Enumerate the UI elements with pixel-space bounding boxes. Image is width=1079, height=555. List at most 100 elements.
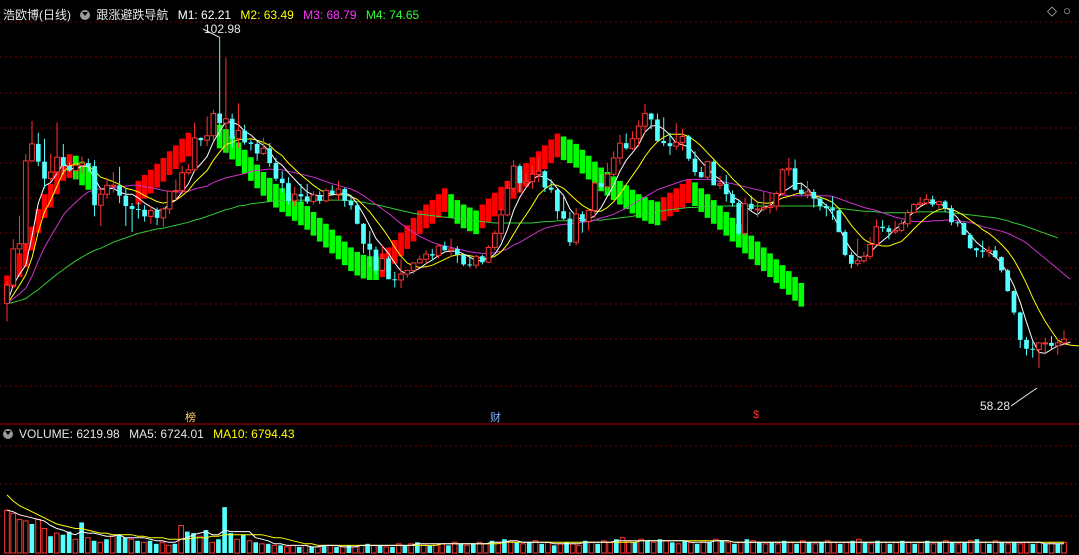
candle-body <box>785 167 792 171</box>
band-block <box>773 259 780 283</box>
marker-dollar[interactable]: $ <box>752 409 760 421</box>
band-block <box>316 217 323 242</box>
band-block <box>435 194 442 218</box>
volume-bar <box>234 538 240 554</box>
band-block <box>348 247 354 272</box>
candle-body <box>692 158 698 172</box>
candle-body <box>867 243 873 257</box>
band-block <box>41 194 48 218</box>
candle-body <box>110 184 117 187</box>
close-icon[interactable]: ○ <box>1063 3 1071 18</box>
candle-body <box>1030 348 1036 350</box>
candle-body <box>392 279 398 281</box>
candle-body <box>254 143 260 154</box>
candle-body <box>736 203 742 234</box>
volume-bar <box>464 544 470 554</box>
band-block <box>660 197 667 221</box>
volume-bar <box>663 540 669 554</box>
band-block <box>460 204 467 229</box>
candle-body <box>842 231 848 255</box>
candle-body <box>154 210 160 218</box>
candle-body <box>798 189 804 195</box>
candle-body <box>47 171 54 180</box>
volume-bar <box>296 546 302 553</box>
band-block <box>298 201 304 226</box>
candle-body <box>479 256 485 263</box>
candle-body <box>1011 291 1017 313</box>
band-block <box>767 253 773 278</box>
volume-bar <box>737 541 744 554</box>
candle-body <box>892 229 898 233</box>
band-block <box>185 132 192 157</box>
candle-body <box>204 135 210 141</box>
band-block <box>498 186 504 211</box>
volume-bar <box>191 533 196 553</box>
marker-finance[interactable]: 财 <box>489 409 502 425</box>
volume-bar <box>271 544 278 554</box>
candle-body <box>648 113 654 120</box>
band-block <box>754 241 761 266</box>
volume-bar <box>744 539 750 553</box>
candle-body <box>498 214 504 234</box>
band-block <box>729 217 736 242</box>
volume-bar <box>588 541 595 554</box>
volume-bar <box>1030 543 1036 553</box>
candle-body <box>286 183 291 201</box>
band-block <box>692 182 698 207</box>
candle-body <box>442 245 448 251</box>
volume-bar <box>290 544 296 554</box>
volume-bar <box>576 544 582 554</box>
volume-bar <box>66 531 72 553</box>
candle-body <box>92 166 97 206</box>
volume-bar <box>987 543 992 553</box>
volume-bar <box>470 543 476 553</box>
band-block <box>785 271 792 295</box>
candle-body <box>523 181 529 184</box>
volume-bar <box>937 542 942 553</box>
band-block <box>548 139 554 164</box>
volume-bar <box>153 543 159 553</box>
candle-body <box>1036 342 1042 350</box>
volume-bar <box>458 543 464 553</box>
volume-bar <box>632 542 638 553</box>
band-block <box>448 194 454 218</box>
candle-body <box>492 232 498 248</box>
volume-bar <box>35 518 41 554</box>
candle-body <box>949 208 954 223</box>
volume-bar <box>377 545 383 553</box>
volume-bar <box>757 542 762 553</box>
band-block <box>179 138 185 163</box>
candle-body <box>217 113 222 124</box>
volume-dropdown-icon[interactable] <box>3 429 13 439</box>
indicator-name[interactable]: 跟涨避跌导航 <box>96 8 168 22</box>
indicator-dropdown-icon[interactable] <box>80 10 91 20</box>
candle-body <box>404 269 411 275</box>
band-block <box>554 133 561 158</box>
volume-bar <box>383 546 390 554</box>
band-block <box>667 192 673 217</box>
candle-body <box>448 248 454 251</box>
candle-body <box>773 192 780 207</box>
band-block <box>335 235 342 260</box>
chart-canvas[interactable] <box>0 0 1079 555</box>
candle-body <box>354 205 360 224</box>
diamond-icon[interactable]: ◇ <box>1047 3 1057 19</box>
stock-label[interactable]: 浩欧博(日线) <box>3 8 71 22</box>
candle-body <box>273 163 279 179</box>
volume-bar <box>109 535 116 554</box>
volume-bar <box>259 543 265 554</box>
candle-body <box>792 168 798 190</box>
candle-body <box>416 258 423 264</box>
volume-bar <box>1043 543 1048 553</box>
volume-bar <box>949 542 955 553</box>
marker-bang[interactable]: 榜 <box>184 409 197 425</box>
candle-body <box>342 189 348 201</box>
volume-bar <box>862 542 868 553</box>
volume-bar <box>539 543 545 553</box>
band-block <box>329 229 336 254</box>
candle-body <box>1054 342 1061 347</box>
candle-body <box>148 209 154 217</box>
candle-body <box>567 218 573 243</box>
candle-body <box>992 250 998 258</box>
candle-body <box>548 187 554 190</box>
